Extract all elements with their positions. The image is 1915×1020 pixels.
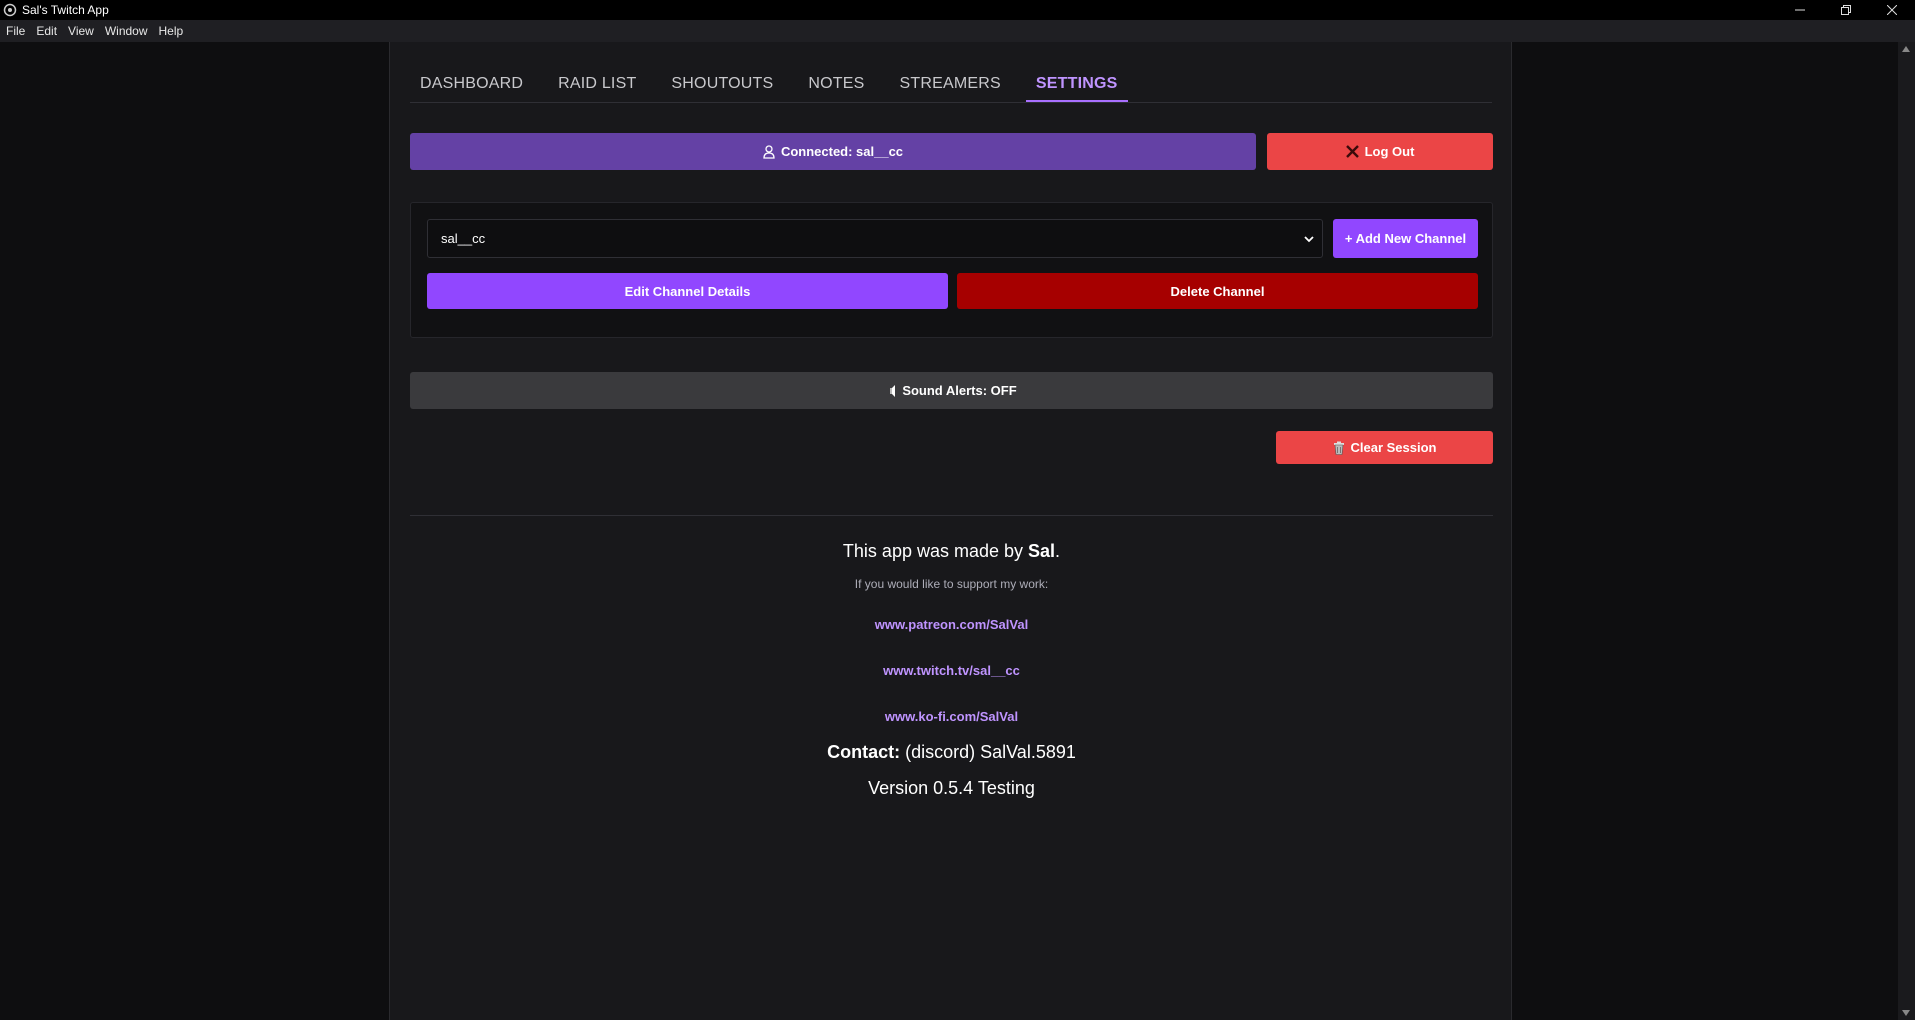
add-channel-button[interactable]: + Add New Channel — [1333, 219, 1478, 258]
support-text: If you would like to support my work: — [854, 577, 1049, 591]
channel-select-value: sal__cc — [441, 231, 486, 246]
menu-window[interactable]: Window — [99, 24, 153, 38]
scroll-up-icon[interactable] — [1902, 46, 1910, 52]
close-x-icon — [1345, 145, 1359, 158]
clear-session-button[interactable]: Clear Session — [1276, 431, 1493, 464]
edit-channel-label: Edit Channel Details — [624, 283, 751, 299]
sound-alerts-toggle[interactable]: Sound Alerts: OFF — [410, 372, 1493, 409]
delete-channel-button[interactable]: Delete Channel — [957, 273, 1478, 309]
minimize-icon[interactable] — [1777, 0, 1823, 20]
edit-channel-button[interactable]: Edit Channel Details — [427, 273, 948, 309]
patreon-link[interactable]: www.patreon.com/SalVal — [410, 615, 1493, 635]
author-name: Sal — [1028, 541, 1056, 561]
speaker-muted-icon — [886, 384, 896, 397]
channel-select[interactable]: sal__cc — [427, 219, 1323, 258]
logout-label: Log Out — [1364, 144, 1415, 159]
app-icon — [3, 3, 17, 17]
window-controls — [1777, 0, 1915, 20]
tab-shoutouts[interactable]: SHOUTOUTS — [661, 72, 783, 102]
scrollbar[interactable] — [1898, 42, 1915, 1020]
clear-session-label: Clear Session — [1350, 440, 1437, 455]
contact-label: Contact: — [827, 742, 901, 762]
tab-raid-list[interactable]: RAID LIST — [548, 72, 646, 102]
tab-settings[interactable]: SETTINGS — [1025, 72, 1128, 102]
channel-card: sal__cc + Add New Channel Edit Channel D… — [410, 202, 1493, 338]
menu-file[interactable]: File — [0, 24, 30, 38]
contact-text: Contact: (discord) SalVal.5891 — [410, 739, 1493, 765]
user-icon — [763, 144, 775, 159]
menu-view[interactable]: View — [62, 24, 99, 38]
logout-button[interactable]: Log Out — [1267, 133, 1493, 170]
add-channel-label: + Add New Channel — [1344, 231, 1467, 246]
close-icon[interactable] — [1869, 0, 1915, 20]
divider — [410, 515, 1493, 516]
menu-bar: File Edit View Window Help — [0, 20, 1915, 42]
title-bar: Sal's Twitch App — [0, 0, 1915, 20]
scroll-down-icon[interactable] — [1902, 1010, 1910, 1016]
tab-streamers[interactable]: STREAMERS — [890, 72, 1011, 102]
tab-dashboard[interactable]: DASHBOARD — [410, 72, 533, 102]
menu-edit[interactable]: Edit — [30, 24, 62, 38]
sound-alerts-label: Sound Alerts: OFF — [902, 383, 1017, 398]
credits-section: This app was made by Sal. If you would l… — [410, 537, 1493, 801]
made-by-text: This app was made by Sal. — [410, 537, 1493, 565]
main-panel: DASHBOARD RAID LIST SHOUTOUTS NOTES STRE… — [389, 42, 1512, 1020]
chevron-down-icon — [1302, 232, 1316, 246]
made-by-suffix: . — [1055, 541, 1061, 561]
tab-bar: DASHBOARD RAID LIST SHOUTOUTS NOTES STRE… — [410, 72, 1492, 103]
version-text: Version 0.5.4 Testing — [868, 778, 1035, 798]
connected-label: Connected: sal__cc — [780, 144, 904, 159]
restore-icon[interactable] — [1823, 0, 1869, 20]
trash-icon — [1333, 441, 1345, 455]
menu-help[interactable]: Help — [153, 24, 189, 38]
made-by-prefix: This app was made by — [842, 541, 1029, 561]
kofi-link[interactable]: www.ko-fi.com/SalVal — [410, 707, 1493, 727]
tab-notes[interactable]: NOTES — [798, 72, 874, 102]
twitch-link[interactable]: www.twitch.tv/sal__cc — [410, 661, 1493, 681]
delete-channel-label: Delete Channel — [1170, 283, 1265, 299]
window-title: Sal's Twitch App — [22, 3, 109, 17]
connected-account-button[interactable]: Connected: sal__cc — [410, 133, 1256, 170]
contact-value: (discord) SalVal.5891 — [900, 742, 1076, 762]
